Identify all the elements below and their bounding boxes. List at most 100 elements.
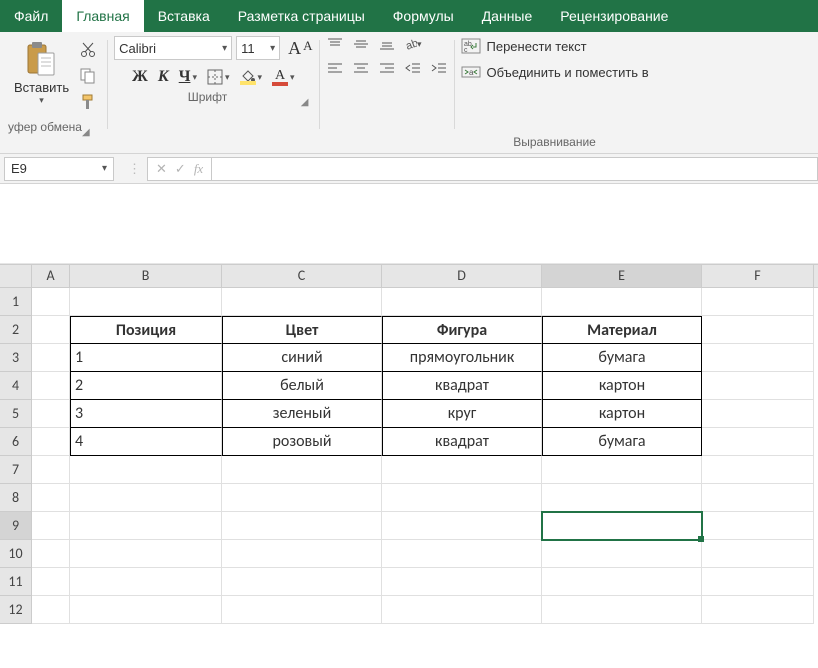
cell[interactable]: [32, 400, 70, 428]
cell[interactable]: [702, 484, 814, 512]
align-bottom-button[interactable]: [378, 36, 396, 52]
col-header-B[interactable]: B: [70, 265, 222, 287]
cell[interactable]: [32, 540, 70, 568]
insert-function-button[interactable]: fx: [194, 161, 203, 177]
row-header-8[interactable]: 8: [0, 484, 32, 512]
cell[interactable]: [70, 456, 222, 484]
fill-color-button[interactable]: ▾: [240, 69, 263, 85]
cell[interactable]: [222, 484, 382, 512]
name-box[interactable]: E9 ▾: [4, 157, 114, 181]
align-top-button[interactable]: [326, 36, 344, 52]
cell[interactable]: [382, 596, 542, 624]
cell[interactable]: Материал: [542, 316, 702, 344]
cell[interactable]: [542, 568, 702, 596]
cell[interactable]: [702, 344, 814, 372]
align-middle-button[interactable]: [352, 36, 370, 52]
cell[interactable]: [382, 512, 542, 540]
cell[interactable]: [542, 540, 702, 568]
increase-font-button[interactable]: A: [288, 38, 301, 59]
row-header-4[interactable]: 4: [0, 372, 32, 400]
align-right-button[interactable]: [378, 60, 396, 76]
row-header-9[interactable]: 9: [0, 512, 32, 540]
cell[interactable]: [32, 316, 70, 344]
cell[interactable]: [70, 288, 222, 316]
col-header-A[interactable]: A: [32, 265, 70, 287]
tab-formulas[interactable]: Формулы: [379, 0, 468, 32]
cell[interactable]: [702, 456, 814, 484]
orientation-button[interactable]: ab▾: [404, 36, 422, 52]
cell[interactable]: круг: [382, 400, 542, 428]
clipboard-dialog-launcher-icon[interactable]: ◢: [82, 127, 94, 138]
cell[interactable]: [542, 288, 702, 316]
font-size-combo[interactable]: 11 ▾: [236, 36, 280, 60]
cell[interactable]: картон: [542, 400, 702, 428]
row-header-1[interactable]: 1: [0, 288, 32, 316]
row-header-6[interactable]: 6: [0, 428, 32, 456]
cell[interactable]: [222, 568, 382, 596]
wrap-text-button[interactable]: ab c Перенести текст: [461, 38, 649, 54]
cell[interactable]: [222, 456, 382, 484]
cell[interactable]: [32, 568, 70, 596]
name-box-dropdown-icon[interactable]: ▾: [102, 163, 107, 174]
row-header-11[interactable]: 11: [0, 568, 32, 596]
enter-formula-button[interactable]: ✓: [175, 161, 186, 177]
cell[interactable]: зеленый: [222, 400, 382, 428]
cell[interactable]: [222, 596, 382, 624]
cell[interactable]: [70, 568, 222, 596]
cell[interactable]: бумага: [542, 344, 702, 372]
cell[interactable]: [222, 512, 382, 540]
cell[interactable]: [702, 596, 814, 624]
row-header-5[interactable]: 5: [0, 400, 32, 428]
format-painter-button[interactable]: [77, 92, 99, 112]
cell[interactable]: 4: [70, 428, 222, 456]
tab-insert[interactable]: Вставка: [144, 0, 224, 32]
cell[interactable]: [542, 484, 702, 512]
cell[interactable]: [702, 512, 814, 540]
font-color-dropdown-icon[interactable]: ▾: [290, 72, 295, 83]
cell[interactable]: [222, 540, 382, 568]
cell[interactable]: квадрат: [382, 428, 542, 456]
cell[interactable]: [542, 596, 702, 624]
col-header-C[interactable]: C: [222, 265, 382, 287]
decrease-font-button[interactable]: A: [303, 38, 312, 59]
font-color-button[interactable]: A ▾: [272, 68, 295, 86]
row-header-2[interactable]: 2: [0, 316, 32, 344]
cell[interactable]: [32, 372, 70, 400]
decrease-indent-button[interactable]: [404, 60, 422, 76]
bold-button[interactable]: Ж: [132, 68, 148, 86]
row-header-10[interactable]: 10: [0, 540, 32, 568]
orientation-dropdown-icon[interactable]: ▾: [417, 39, 422, 50]
cell[interactable]: [32, 428, 70, 456]
cell[interactable]: [382, 540, 542, 568]
align-left-button[interactable]: [326, 60, 344, 76]
cell[interactable]: [32, 512, 70, 540]
font-name-combo[interactable]: Calibri ▾: [114, 36, 232, 60]
font-dialog-launcher-icon[interactable]: ◢: [301, 97, 313, 108]
formula-input[interactable]: [211, 157, 818, 181]
cell[interactable]: [32, 344, 70, 372]
cell[interactable]: 1: [70, 344, 222, 372]
cell[interactable]: [382, 456, 542, 484]
cell[interactable]: 2: [70, 372, 222, 400]
tab-data[interactable]: Данные: [468, 0, 547, 32]
fill-color-dropdown-icon[interactable]: ▾: [258, 72, 263, 83]
cell[interactable]: [70, 596, 222, 624]
cell[interactable]: [70, 512, 222, 540]
cell[interactable]: белый: [222, 372, 382, 400]
borders-dropdown-icon[interactable]: ▾: [225, 72, 230, 83]
row-header-7[interactable]: 7: [0, 456, 32, 484]
active-cell[interactable]: [542, 512, 702, 540]
cell[interactable]: синий: [222, 344, 382, 372]
cell[interactable]: прямоугольник: [382, 344, 542, 372]
cell[interactable]: [702, 316, 814, 344]
col-header-E[interactable]: E: [542, 265, 702, 287]
cell[interactable]: [382, 288, 542, 316]
cell[interactable]: бумага: [542, 428, 702, 456]
cell[interactable]: [32, 456, 70, 484]
select-all-corner[interactable]: [0, 265, 32, 287]
underline-button[interactable]: Ч: [179, 68, 191, 86]
merge-center-button[interactable]: a Объединить и поместить в: [461, 64, 649, 80]
col-header-D[interactable]: D: [382, 265, 542, 287]
cell[interactable]: [70, 484, 222, 512]
tab-page-layout[interactable]: Разметка страницы: [224, 0, 379, 32]
